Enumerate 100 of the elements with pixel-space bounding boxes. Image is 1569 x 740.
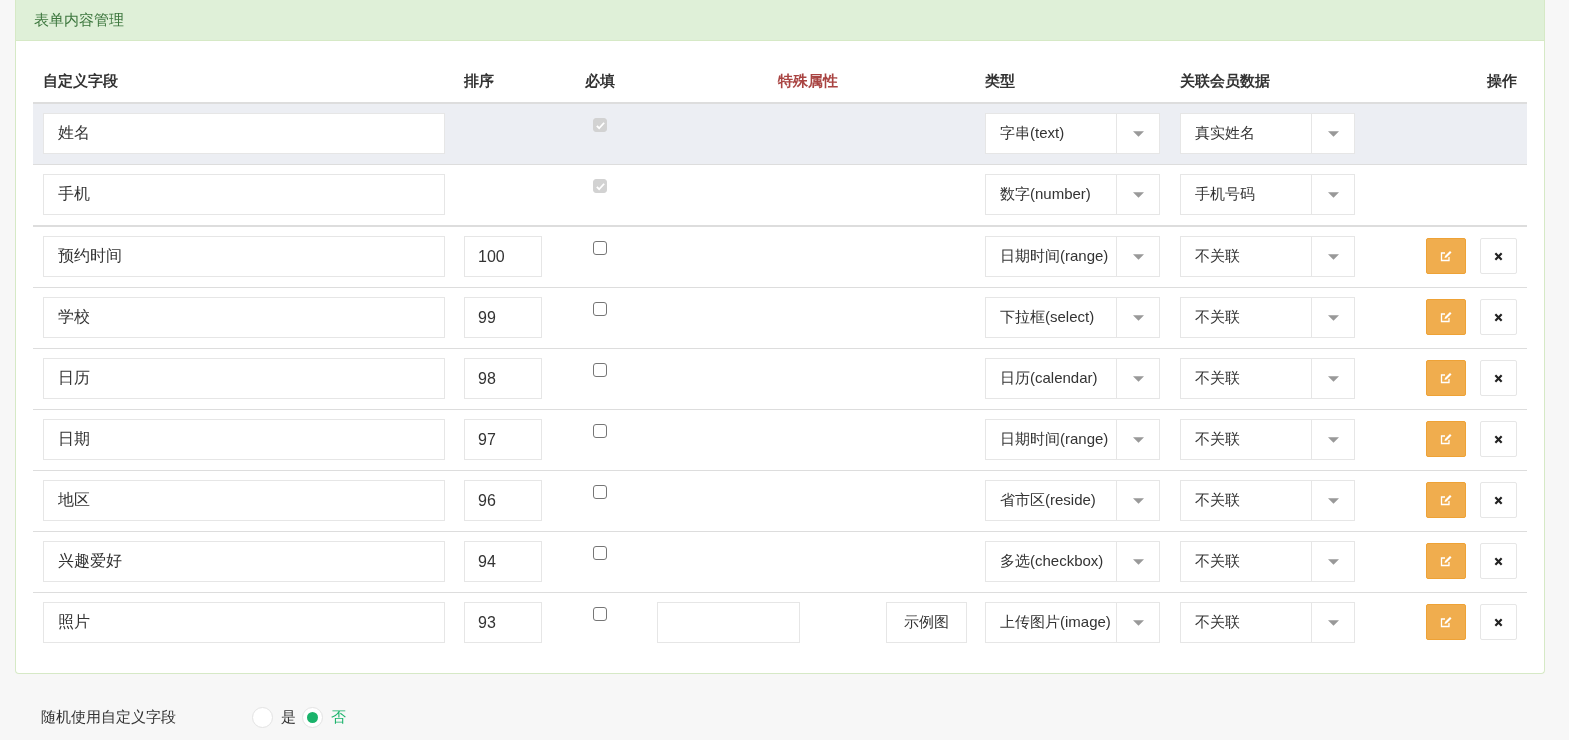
type-select[interactable]: 多选(checkbox) — [985, 541, 1160, 582]
order-input[interactable]: 94 — [464, 541, 542, 582]
relation-select[interactable]: 不关联 — [1180, 419, 1355, 460]
required-checkbox[interactable] — [593, 302, 607, 316]
field-name-input[interactable]: 姓名 — [43, 113, 445, 154]
column-header: 特殊属性 — [776, 71, 839, 91]
table-row[interactable]: 日历 98 日历(calendar) 不关联 — [33, 348, 1527, 409]
caret-icon — [1327, 619, 1339, 626]
edit-icon — [1440, 250, 1452, 262]
table-row[interactable]: 地区 96 省市区(reside) 不关联 — [33, 470, 1527, 531]
field-name-input[interactable]: 地区 — [43, 480, 445, 521]
close-icon — [1494, 434, 1503, 444]
radio-button[interactable] — [302, 707, 323, 728]
field-name-input[interactable]: 预约时间 — [43, 236, 445, 277]
column-header: 排序 — [463, 71, 495, 91]
order-input[interactable]: 98 — [464, 358, 542, 399]
relation-select[interactable]: 不关联 — [1180, 602, 1355, 643]
relation-select[interactable]: 不关联 — [1180, 297, 1355, 338]
caret-icon — [1327, 558, 1339, 565]
caret-icon — [1132, 436, 1144, 443]
required-checkbox[interactable] — [593, 424, 607, 438]
caret-icon — [1132, 314, 1144, 321]
column-header: 操作 — [1486, 71, 1517, 91]
relation-select[interactable]: 不关联 — [1180, 541, 1355, 582]
caret-icon — [1132, 253, 1144, 260]
setting-label: 随机使用自定义字段 — [41, 708, 177, 727]
delete-button[interactable] — [1480, 421, 1517, 457]
type-select[interactable]: 省市区(reside) — [985, 480, 1160, 521]
table-row[interactable]: 预约时间 100 日期时间(range) 不关联 — [33, 225, 1527, 287]
delete-button[interactable] — [1480, 482, 1517, 518]
required-checkbox[interactable] — [593, 607, 607, 621]
order-input[interactable]: 97 — [464, 419, 542, 460]
radio-option[interactable]: 是 — [252, 707, 296, 728]
radio-label: 是 — [281, 708, 296, 727]
close-icon — [1494, 556, 1503, 566]
sample-image-button[interactable]: 示例图 — [886, 602, 967, 643]
close-icon — [1494, 617, 1503, 627]
table-row[interactable]: 日期 97 日期时间(range) 不关联 — [33, 409, 1527, 470]
delete-button[interactable] — [1480, 360, 1517, 396]
edit-icon — [1440, 372, 1452, 384]
field-name-input[interactable]: 学校 — [43, 297, 445, 338]
caret-icon — [1327, 497, 1339, 504]
required-checkbox[interactable] — [593, 241, 607, 255]
close-icon — [1494, 373, 1503, 383]
relation-select[interactable]: 不关联 — [1180, 358, 1355, 399]
caret-icon — [1132, 191, 1144, 198]
radio-label: 否 — [331, 708, 346, 727]
edit-icon — [1440, 616, 1452, 628]
delete-button[interactable] — [1480, 543, 1517, 579]
panel-title: 表单内容管理 — [34, 10, 124, 30]
relation-select[interactable]: 真实姓名 — [1180, 113, 1355, 154]
caret-icon — [1327, 375, 1339, 382]
table-row[interactable]: 姓名 字串(text) 真实姓名 — [33, 103, 1527, 164]
type-select[interactable]: 日期时间(range) — [985, 419, 1160, 460]
type-select[interactable]: 日期时间(range) — [985, 236, 1160, 277]
order-input[interactable]: 100 — [464, 236, 542, 277]
required-checkbox[interactable] — [593, 363, 607, 377]
delete-button[interactable] — [1480, 299, 1517, 335]
special-input[interactable] — [657, 602, 800, 643]
caret-icon — [1132, 619, 1144, 626]
caret-icon — [1327, 253, 1339, 260]
close-icon — [1494, 495, 1503, 505]
caret-icon — [1327, 130, 1339, 137]
type-select[interactable]: 下拉框(select) — [985, 297, 1160, 338]
caret-icon — [1132, 558, 1144, 565]
table-row[interactable]: 手机 数字(number) 手机号码 — [33, 164, 1527, 225]
caret-icon — [1132, 497, 1144, 504]
edit-icon — [1440, 433, 1452, 445]
caret-icon — [1327, 314, 1339, 321]
order-input[interactable]: 96 — [464, 480, 542, 521]
field-name-input[interactable]: 照片 — [43, 602, 445, 643]
order-input[interactable]: 99 — [464, 297, 542, 338]
delete-button[interactable] — [1480, 238, 1517, 274]
type-select[interactable]: 数字(number) — [985, 174, 1160, 215]
field-name-input[interactable]: 兴趣爱好 — [43, 541, 445, 582]
table-row[interactable]: 照片 93 示例图 上传图片(image) 不关联 — [33, 592, 1527, 653]
column-header: 关联会员数据 — [1179, 71, 1271, 91]
order-input[interactable]: 93 — [464, 602, 542, 643]
caret-icon — [1132, 375, 1144, 382]
field-name-input[interactable]: 日期 — [43, 419, 445, 460]
edit-icon — [1440, 494, 1452, 506]
close-icon — [1494, 251, 1503, 261]
type-select[interactable]: 字串(text) — [985, 113, 1160, 154]
edit-icon — [1440, 555, 1452, 567]
relation-select[interactable]: 不关联 — [1180, 480, 1355, 521]
edit-icon — [1440, 311, 1452, 323]
table-row[interactable]: 学校 99 下拉框(select) 不关联 — [33, 287, 1527, 348]
type-select[interactable]: 日历(calendar) — [985, 358, 1160, 399]
delete-button[interactable] — [1480, 604, 1517, 640]
required-checkbox[interactable] — [593, 485, 607, 499]
relation-select[interactable]: 不关联 — [1180, 236, 1355, 277]
relation-select[interactable]: 手机号码 — [1180, 174, 1355, 215]
required-checkbox[interactable] — [593, 546, 607, 560]
table-row[interactable]: 兴趣爱好 94 多选(checkbox) 不关联 — [33, 531, 1527, 592]
field-name-input[interactable]: 日历 — [43, 358, 445, 399]
caret-icon — [1327, 191, 1339, 198]
caret-icon — [1327, 436, 1339, 443]
radio-button[interactable] — [252, 707, 273, 728]
field-name-input[interactable]: 手机 — [43, 174, 445, 215]
type-select[interactable]: 上传图片(image) — [985, 602, 1160, 643]
